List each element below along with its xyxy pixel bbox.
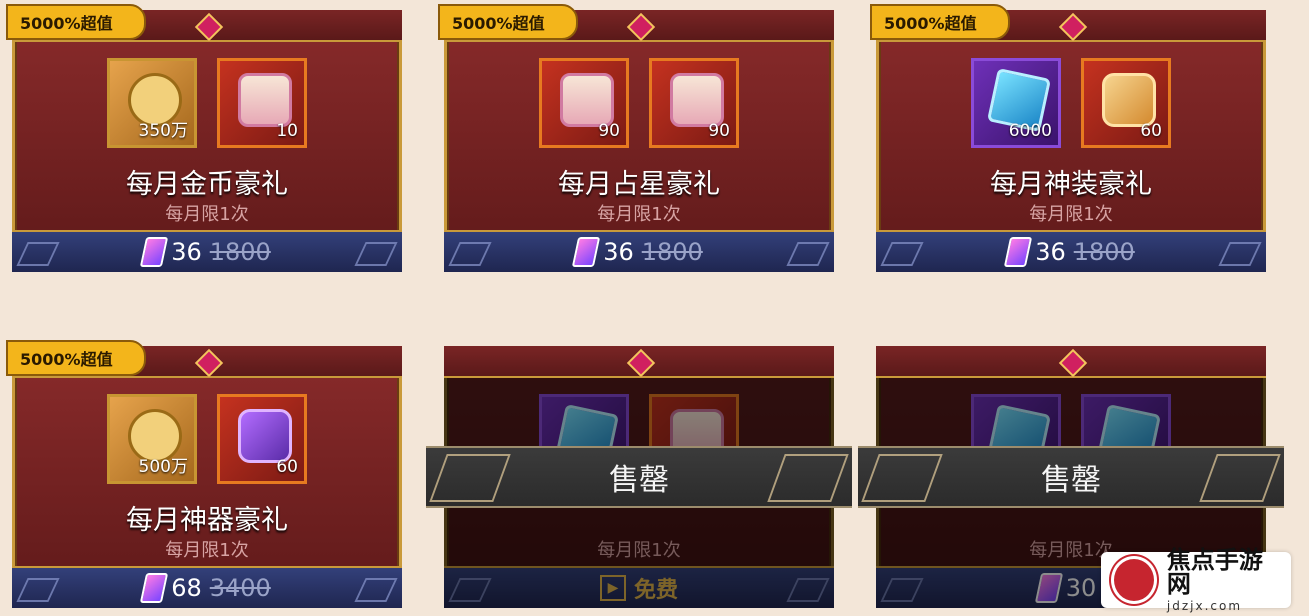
- value-badge: 5000%超值: [438, 4, 578, 40]
- golden-key-icon: [1102, 73, 1156, 127]
- diamond-currency-icon: [139, 237, 169, 267]
- diamond-currency-icon: [1003, 237, 1033, 267]
- reward-quantity: 90: [708, 121, 730, 141]
- banner-ornament-left-icon: [861, 454, 943, 502]
- reward-item[interactable]: 10: [217, 58, 307, 148]
- ornament-right-icon: [786, 242, 830, 266]
- price-value: 30: [1065, 574, 1097, 602]
- pack-title: 每月占星豪礼: [558, 169, 720, 200]
- site-watermark: 焦点手游网 jdzjx.com: [1101, 548, 1291, 612]
- free-button: ▶ 免费: [444, 566, 834, 608]
- reward-item[interactable]: 60: [1081, 58, 1171, 148]
- pack-title: 每月神器豪礼: [126, 505, 288, 536]
- price-button[interactable]: 36 1800: [444, 230, 834, 272]
- reward-quantity: 500万: [138, 457, 188, 477]
- free-text: 免费: [633, 578, 678, 603]
- diamond-currency-icon: [139, 573, 169, 603]
- purchase-limit: 每月限1次: [165, 204, 249, 225]
- reward-items: 350万 10: [12, 58, 402, 148]
- purchase-limit: 每月限1次: [165, 540, 249, 561]
- gift-pack-card-1[interactable]: 5000%超值 350万 10 每月金币豪礼 每月限1次 36 1800: [6, 4, 402, 272]
- ornament-left-icon: [448, 578, 492, 602]
- reward-items: 500万 60: [12, 394, 402, 484]
- astrology-scroll-icon: [560, 73, 614, 127]
- banner-ornament-right-icon: [1199, 454, 1281, 502]
- price-value: 36: [171, 238, 202, 266]
- original-price: 3400: [209, 574, 271, 602]
- play-video-icon: ▶: [599, 575, 626, 601]
- ornament-left-icon: [448, 242, 492, 266]
- purchase-limit: 每月限1次: [1029, 204, 1113, 225]
- ornament-left-icon: [880, 242, 924, 266]
- price-button[interactable]: 36 1800: [12, 230, 402, 272]
- purchase-limit: 每月限1次: [597, 204, 681, 225]
- astrology-scroll-icon: [238, 73, 292, 127]
- reward-quantity: 6000: [1008, 121, 1052, 141]
- reward-item[interactable]: 90: [539, 58, 629, 148]
- gift-pack-card-3[interactable]: 5000%超值 6000 60 每月神装豪礼 每月限1次 36 1800: [870, 4, 1266, 272]
- sold-out-text: 售罄: [609, 463, 669, 498]
- purchase-limit: 每月限1次: [597, 540, 681, 561]
- price-value: 68: [171, 574, 202, 602]
- reward-quantity: 90: [598, 121, 620, 141]
- reward-quantity: 350万: [138, 121, 188, 141]
- diamond-currency-icon: [571, 237, 601, 267]
- ornament-left-icon: [16, 578, 60, 602]
- reward-item[interactable]: 350万: [107, 58, 197, 148]
- sold-out-text: 售罄: [1041, 463, 1101, 498]
- sold-out-banner: 售罄: [858, 446, 1284, 508]
- reward-item[interactable]: 500万: [107, 394, 197, 484]
- banner-ornament-left-icon: [429, 454, 511, 502]
- reward-items: 90 90: [444, 58, 834, 148]
- free-label: ▶ 免费: [599, 572, 678, 604]
- ornament-right-icon: [354, 578, 398, 602]
- ornament-right-icon: [1218, 242, 1262, 266]
- watermark-cn: 焦点手游网: [1166, 546, 1263, 598]
- price-value: 36: [603, 238, 634, 266]
- ornament-left-icon: [880, 578, 924, 602]
- gift-pack-card-2[interactable]: 5000%超值 90 90 每月占星豪礼 每月限1次 36 1800: [438, 4, 834, 272]
- reward-item[interactable]: 60: [217, 394, 307, 484]
- ornament-right-icon: [354, 242, 398, 266]
- original-price: 1800: [1073, 238, 1135, 266]
- reward-quantity: 60: [276, 457, 298, 477]
- pack-title: 每月神装豪礼: [990, 169, 1152, 200]
- price-button[interactable]: 36 1800: [876, 230, 1266, 272]
- value-badge: 5000%超值: [6, 4, 146, 40]
- banner-ornament-right-icon: [767, 454, 849, 502]
- astrology-scroll-icon: [670, 73, 724, 127]
- price-button[interactable]: 68 3400: [12, 566, 402, 608]
- ornament-left-icon: [16, 242, 60, 266]
- site-logo-icon: [1111, 556, 1157, 604]
- gift-pack-card-5: 每月限1次 ▶ 免费 售罄: [426, 346, 852, 608]
- price-value: 36: [1035, 238, 1066, 266]
- reward-quantity: 60: [1140, 121, 1162, 141]
- purple-key-icon: [238, 409, 292, 463]
- gift-pack-card-4[interactable]: 5000%超值 500万 60 每月神器豪礼 每月限1次 68 3400: [6, 340, 402, 608]
- diamond-currency-icon: [1034, 573, 1063, 603]
- reward-items: 6000 60: [876, 58, 1266, 148]
- original-price: 1800: [641, 238, 703, 266]
- original-price: 1800: [209, 238, 271, 266]
- reward-item[interactable]: 90: [649, 58, 739, 148]
- reward-item[interactable]: 6000: [971, 58, 1061, 148]
- reward-quantity: 10: [276, 121, 298, 141]
- ornament-right-icon: [786, 578, 830, 602]
- pack-title: 每月金币豪礼: [126, 169, 288, 200]
- sold-out-banner: 售罄: [426, 446, 852, 508]
- watermark-en: jdzjx.com: [1166, 599, 1243, 613]
- value-badge: 5000%超值: [870, 4, 1010, 40]
- watermark-text: 焦点手游网 jdzjx.com: [1167, 548, 1281, 612]
- value-badge: 5000%超值: [6, 340, 146, 376]
